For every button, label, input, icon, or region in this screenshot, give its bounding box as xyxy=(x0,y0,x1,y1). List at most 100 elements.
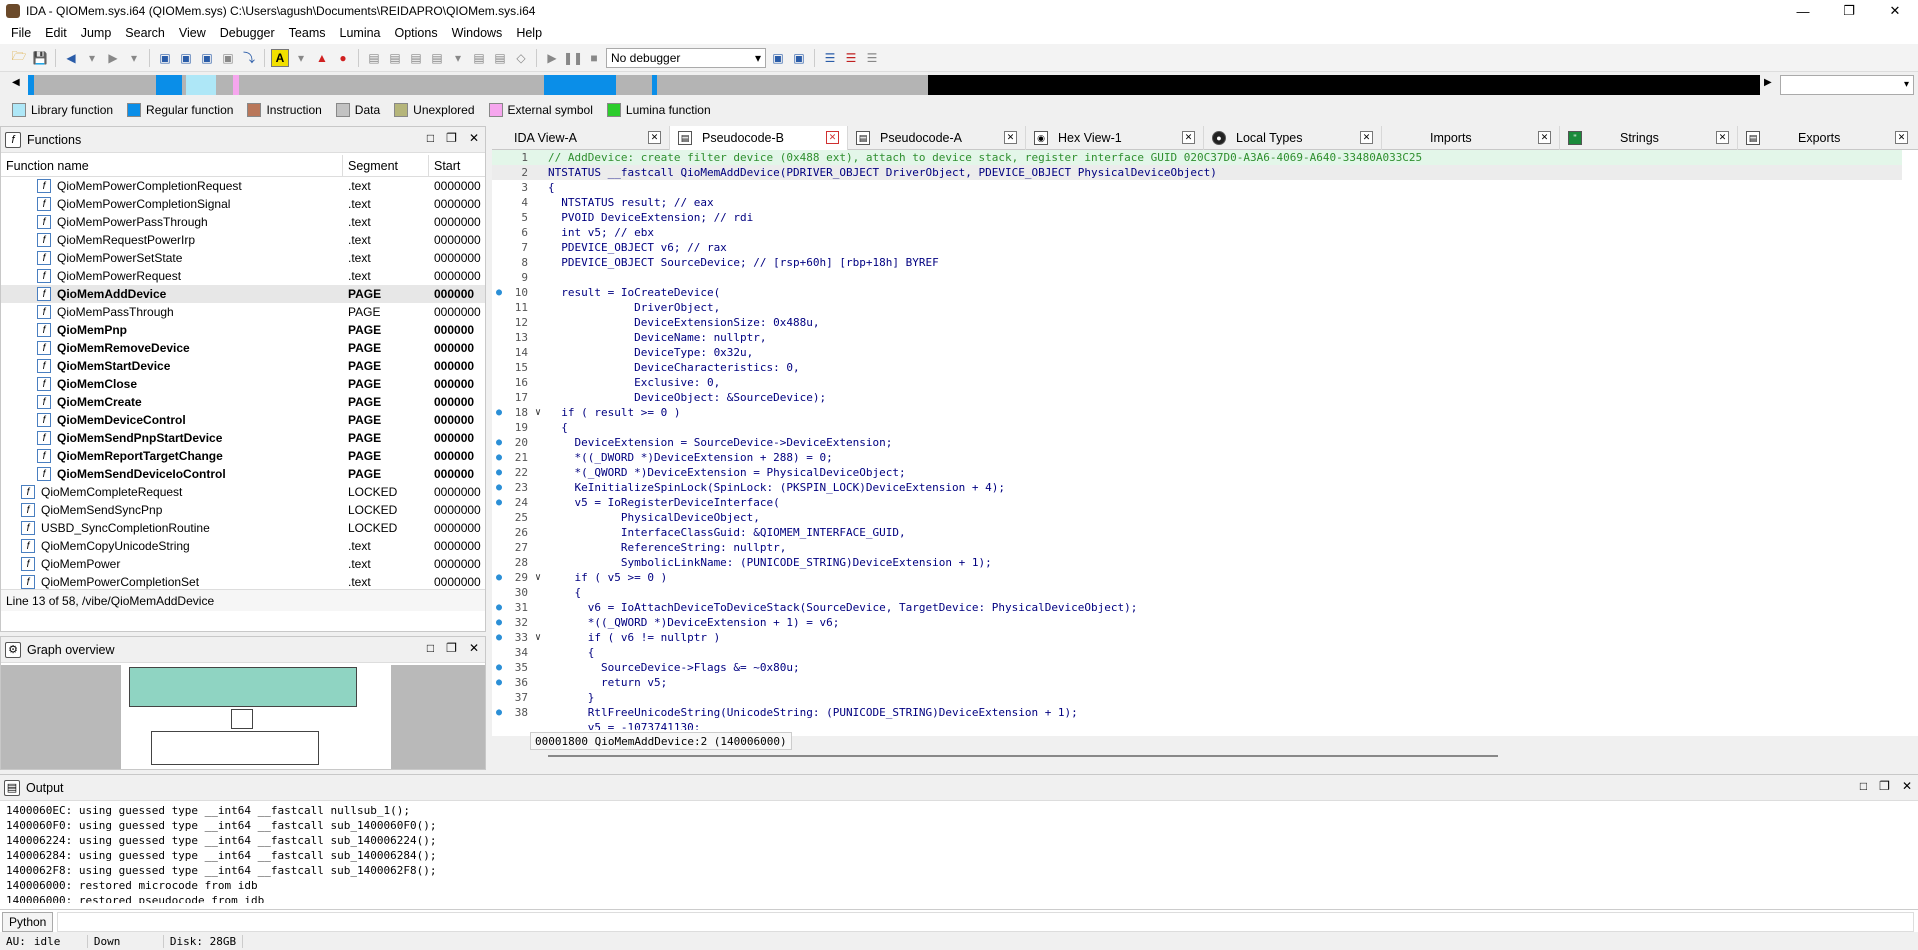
fold-chevron-icon[interactable]: ∨ xyxy=(528,405,548,420)
tab-close-icon[interactable]: ✕ xyxy=(1182,131,1195,144)
code-line[interactable]: 37 } xyxy=(492,690,1902,705)
column-function-name[interactable]: Function name xyxy=(1,154,343,177)
breakpoint-dot-icon[interactable]: ● xyxy=(492,465,506,480)
breakpoint-dot-icon[interactable]: ● xyxy=(492,615,506,630)
menu-file[interactable]: File xyxy=(4,26,38,40)
breakpoint-dot-icon[interactable] xyxy=(492,390,506,405)
function-row[interactable]: f QioMemSendPnpStartDevice PAGE 000000 xyxy=(1,429,485,447)
breakpoint-dot-icon[interactable] xyxy=(492,180,506,195)
function-row[interactable]: f QioMemPower .text 0000000 xyxy=(1,555,485,573)
code-line[interactable]: 30 { xyxy=(492,585,1902,600)
menu-windows[interactable]: Windows xyxy=(445,26,510,40)
code-line[interactable]: 26 InterfaceClassGuid: &QIOMEM_INTERFACE… xyxy=(492,525,1902,540)
code-line[interactable]: 5 PVOID DeviceExtension; // rdi xyxy=(492,210,1902,225)
function-row[interactable]: f QioMemReportTargetChange PAGE 000000 xyxy=(1,447,485,465)
tab-close-icon[interactable]: ✕ xyxy=(826,131,839,144)
menu-search[interactable]: Search xyxy=(118,26,172,40)
code-line[interactable]: ● 35 SourceDevice->Flags &= ~0x80u; xyxy=(492,660,1902,675)
dropdown-icon[interactable]: ▾ xyxy=(292,49,310,67)
function-row[interactable]: f QioMemPnp PAGE 000000 xyxy=(1,321,485,339)
nodes-icon[interactable]: ▣ xyxy=(198,49,216,67)
code-line[interactable]: 15 DeviceCharacteristics: 0, xyxy=(492,360,1902,375)
menu-help[interactable]: Help xyxy=(509,26,549,40)
function-row[interactable]: f QioMemDeviceControl PAGE 000000 xyxy=(1,411,485,429)
dropdown-icon[interactable]: ▾ xyxy=(449,49,467,67)
jump-down-icon[interactable]: ⤵ xyxy=(240,49,258,67)
breakpoint-dot-icon[interactable] xyxy=(492,360,506,375)
attach-icon[interactable]: ▣ xyxy=(769,49,787,67)
breakpoint-dot-icon[interactable] xyxy=(492,585,506,600)
tab-strings[interactable]: " Strings ✕ xyxy=(1560,126,1738,150)
trace-icon[interactable]: ▤ xyxy=(428,49,446,67)
function-row[interactable]: f QioMemAddDevice PAGE 000000 xyxy=(1,285,485,303)
breakpoint-dot-icon[interactable] xyxy=(492,165,506,180)
code-line[interactable]: 9 xyxy=(492,270,1902,285)
nav-select[interactable]: ▾ xyxy=(1780,75,1914,95)
tab-exports[interactable]: ▤ Exports ✕ xyxy=(1738,126,1916,150)
code-line[interactable]: 13 DeviceName: nullptr, xyxy=(492,330,1902,345)
process-icon[interactable]: ▣ xyxy=(790,49,808,67)
breakpoint-dot-icon[interactable] xyxy=(492,690,506,705)
breakpoint-dot-icon[interactable]: ● xyxy=(492,495,506,510)
column-start[interactable]: Start xyxy=(429,155,485,177)
navigation-bar[interactable] xyxy=(28,75,1760,95)
breakpoint-dot-icon[interactable] xyxy=(492,645,506,660)
breakpoint-dot-icon[interactable]: ● xyxy=(492,570,506,585)
proximity-icon[interactable]: ▣ xyxy=(219,49,237,67)
column-segment[interactable]: Segment xyxy=(343,154,429,177)
breakpoint-dot-icon[interactable]: ● xyxy=(492,660,506,675)
record-icon[interactable]: ● xyxy=(334,49,352,67)
functions-list[interactable]: f QioMemPowerCompletionRequest .text 000000… xyxy=(1,177,485,589)
patch-icon[interactable]: ▤ xyxy=(491,49,509,67)
navigation-band[interactable]: ◀ ▶ ▾ xyxy=(0,73,1918,97)
tab-close-icon[interactable]: ✕ xyxy=(1538,131,1551,144)
step-into-icon[interactable]: ▤ xyxy=(386,49,404,67)
menu-options[interactable]: Options xyxy=(388,26,445,40)
breakpoint-dot-icon[interactable]: ● xyxy=(492,705,506,720)
panel-float-icon[interactable]: ❐ xyxy=(446,131,457,145)
tab-close-icon[interactable]: ✕ xyxy=(1360,131,1373,144)
pseudocode-view[interactable]: 1 // AddDevice: create filter device (0x4… xyxy=(492,150,1902,730)
breakpoint-dot-icon[interactable] xyxy=(492,195,506,210)
code-line[interactable]: ● 24 v5 = IoRegisterDeviceInterface( xyxy=(492,495,1902,510)
menu-debugger[interactable]: Debugger xyxy=(213,26,282,40)
tab-imports[interactable]: Imports ✕ xyxy=(1382,126,1560,150)
tab-local-types[interactable]: ● Local Types ✕ xyxy=(1204,126,1382,150)
stop-icon[interactable]: ■ xyxy=(585,49,603,67)
code-line[interactable]: 28 SymbolicLinkName: (PUNICODE_STRING)De… xyxy=(492,555,1902,570)
function-row[interactable]: f QioMemPowerCompletionSignal .text 0000000 xyxy=(1,195,485,213)
tab-hex-view-1[interactable]: ◉ Hex View-1 ✕ xyxy=(1026,126,1204,150)
function-row[interactable]: f QioMemPowerSetState .text 0000000 xyxy=(1,249,485,267)
code-line[interactable]: 12 DeviceExtensionSize: 0x488u, xyxy=(492,315,1902,330)
function-row[interactable]: f QioMemRemoveDevice PAGE 000000 xyxy=(1,339,485,357)
fold-chevron-icon[interactable]: ∨ xyxy=(528,570,548,585)
horizontal-scrollbar[interactable] xyxy=(548,755,1498,757)
python-command-input[interactable] xyxy=(57,911,1914,932)
menu-lumina[interactable]: Lumina xyxy=(333,26,388,40)
function-row[interactable]: f QioMemSendDeviceIoControl PAGE 000000 xyxy=(1,465,485,483)
open-folder-icon[interactable]: 🗁 xyxy=(10,49,28,67)
function-row[interactable]: f QioMemClose PAGE 000000 xyxy=(1,375,485,393)
tab-close-icon[interactable]: ✕ xyxy=(1895,131,1908,144)
graph-icon[interactable]: ▣ xyxy=(177,49,195,67)
code-line[interactable]: 17 DeviceObject: &SourceDevice); xyxy=(492,390,1902,405)
menu-teams[interactable]: Teams xyxy=(282,26,333,40)
breakpoint-dot-icon[interactable] xyxy=(492,240,506,255)
code-line[interactable]: 1 // AddDevice: create filter device (0x4… xyxy=(492,150,1902,165)
dropdown-icon[interactable]: ▾ xyxy=(125,49,143,67)
breakpoint-dot-icon[interactable] xyxy=(492,315,506,330)
tools-icon[interactable]: ▤ xyxy=(470,49,488,67)
pause-icon[interactable]: ❚❚ xyxy=(563,49,583,67)
code-line[interactable]: 2 NTSTATUS __fastcall QioMemAddDevice(PDR… xyxy=(492,165,1902,180)
function-row[interactable]: f QioMemCreate PAGE 000000 xyxy=(1,393,485,411)
tab-ida-view-a[interactable]: IDA View-A ✕ xyxy=(492,126,670,150)
breakpoint-dot-icon[interactable] xyxy=(492,510,506,525)
breakpoint-dot-icon[interactable]: ● xyxy=(492,435,506,450)
function-row[interactable]: f QioMemStartDevice PAGE 000000 xyxy=(1,357,485,375)
function-row[interactable]: f QioMemPowerRequest .text 0000000 xyxy=(1,267,485,285)
panel-close-icon[interactable]: ✕ xyxy=(469,131,479,145)
breakpoint-dot-icon[interactable] xyxy=(492,375,506,390)
breakpoint-dot-icon[interactable] xyxy=(492,540,506,555)
function-row[interactable]: f QioMemPassThrough PAGE 0000000 xyxy=(1,303,485,321)
panel-maximize-icon[interactable]: □ xyxy=(427,131,434,145)
